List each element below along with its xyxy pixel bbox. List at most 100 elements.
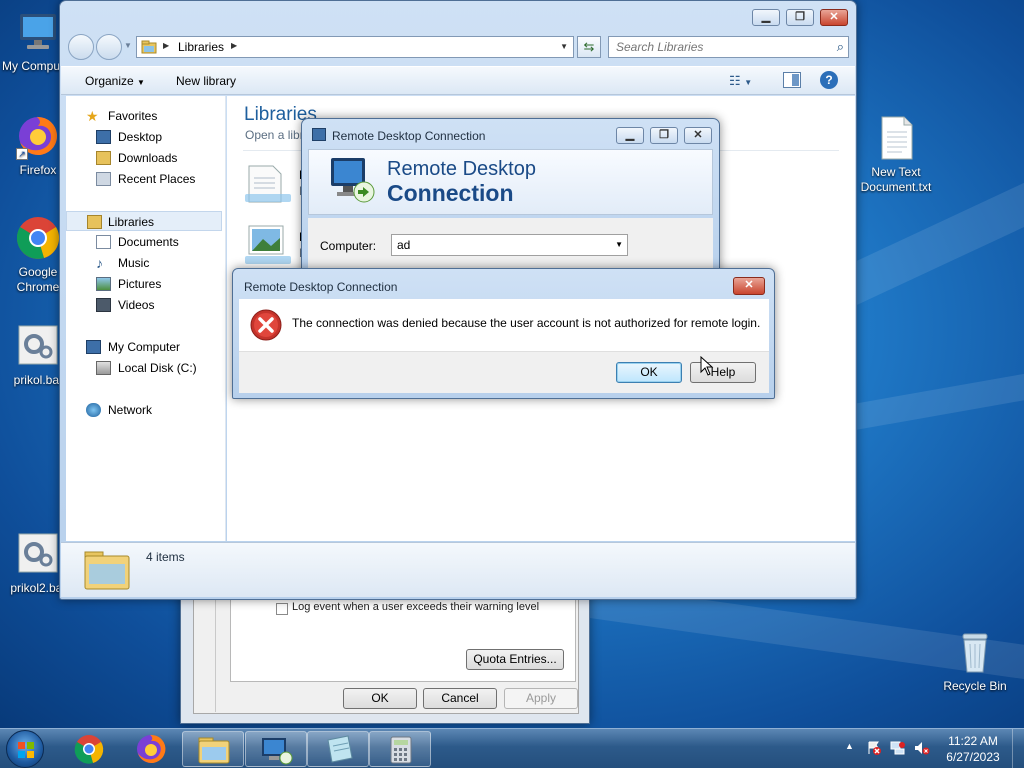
taskbar-firefox[interactable] [120,731,182,767]
recycle-bin-icon [951,628,999,676]
close-icon: ✕ [693,129,703,141]
taskbar-notepad[interactable] [307,731,369,767]
recent-pages-chevron-icon[interactable]: ▼ [124,41,132,50]
nav-label: Local Disk (C:) [118,361,197,375]
action-center-icon[interactable] [866,740,882,756]
nav-label: Libraries [108,215,155,229]
back-button[interactable] [68,34,94,60]
nav-recent-places[interactable]: Recent Places [66,169,224,189]
quota-cancel-button[interactable]: Cancel [423,688,497,709]
batch-file-icon [14,530,62,578]
taskbar-remote-desktop[interactable] [245,731,307,767]
error-close-button[interactable]: ✕ [733,277,765,295]
notepad-icon [327,735,353,763]
nav-label: Favorites [108,109,158,123]
breadcrumb-libraries[interactable]: Libraries [178,40,224,54]
close-button[interactable]: ✕ [820,9,848,26]
taskbar: ▲ 11:22 AM 6/27/2023 [0,728,1024,769]
rdc-banner-title-line2: Connection [387,180,514,206]
change-view-button[interactable]: ☷ ▼ [729,73,752,89]
search-icon[interactable]: ⌕ [837,39,844,55]
star-icon: ★ [86,108,99,124]
forward-button[interactable] [96,34,122,60]
rdc-banner: Remote Desktop Connection [308,149,713,215]
rdc-close-button[interactable]: ✕ [684,127,712,144]
rdc-window-title: Remote Desktop Connection [332,129,486,143]
remote-desktop-icon [327,154,379,206]
taskbar-chrome[interactable] [58,731,120,767]
desktop-icon-new-text-document[interactable]: New Text Document.txt [854,114,938,195]
videos-icon [96,298,111,312]
organize-menu[interactable]: Organize ▼ [85,74,145,88]
quota-apply-button[interactable]: Apply [504,688,578,709]
libraries-icon [141,40,157,54]
nav-favorites[interactable]: ★ Favorites [66,106,224,126]
nav-local-disk[interactable]: Local Disk (C:) [66,358,224,378]
show-desktop-button[interactable] [1012,729,1024,769]
recent-places-icon [96,172,111,186]
system-clock[interactable]: 11:22 AM 6/27/2023 [940,733,1006,765]
nav-label: My Computer [108,340,181,354]
pictures-library-icon [245,225,291,264]
show-hidden-icons-icon[interactable]: ▲ [845,741,854,751]
search-box[interactable]: ⌕ [608,36,849,58]
batch-file-icon [14,322,62,370]
rdc-maximize-button[interactable]: ❐ [650,127,678,144]
rdc-window: Remote Desktop Connection ▁ ❐ ✕ Remote D… [301,118,720,280]
network-status-icon[interactable] [890,740,906,756]
volume-muted-icon[interactable] [914,740,930,756]
windows-logo-icon [18,742,34,758]
error-button-bar: OK Help [239,351,769,393]
nav-music[interactable]: ♪ Music [66,253,224,273]
rdc-computer-label: Computer: [320,239,377,253]
library-item-pictures[interactable]: P L [243,220,307,268]
library-item-documents[interactable]: D L [243,158,308,206]
quota-ok-button[interactable]: OK [343,688,417,709]
rdc-minimize-button[interactable]: ▁ [616,127,644,144]
taskbar-explorer[interactable] [182,731,244,767]
preview-pane-button[interactable] [783,72,801,88]
desktop-icon-label: Recycle Bin [943,679,1007,693]
chevron-down-icon[interactable]: ▼ [615,240,623,249]
taskbar-calculator[interactable] [369,731,431,767]
nav-label: Downloads [118,151,178,165]
refresh-button[interactable]: ⇆ [577,36,601,58]
details-pane: 4 items [61,542,855,597]
error-ok-button[interactable]: OK [616,362,682,383]
nav-desktop[interactable]: Desktop [66,127,224,147]
computer-icon [86,340,101,354]
address-dropdown-icon[interactable]: ▼ [560,42,568,51]
shortcut-arrow-icon: ↗ [16,148,28,160]
start-button[interactable] [6,730,44,768]
nav-label: Pictures [118,277,162,291]
nav-libraries[interactable]: Libraries [66,211,222,231]
maximize-button[interactable]: ❐ [786,9,814,26]
rdc-computer-value: ad [397,238,411,252]
status-item-count: 4 items [146,550,185,564]
new-library-button[interactable]: New library [176,74,236,88]
search-input[interactable] [609,37,821,57]
minimize-button[interactable]: ▁ [752,9,780,26]
rdc-computer-combobox[interactable]: ad ▼ [391,234,628,256]
nav-videos[interactable]: Videos [66,295,224,315]
nav-downloads[interactable]: Downloads [66,148,224,168]
firefox-icon [137,734,166,763]
nav-network[interactable]: Network [66,400,224,420]
error-icon [250,309,282,341]
log-event-checkbox[interactable] [276,603,288,615]
quota-entries-button[interactable]: Quota Entries... [466,649,564,670]
desktop-icon-label: New Text Document.txt [860,165,932,194]
organize-label: Organize [85,74,134,88]
desktop-icon [96,130,111,144]
breadcrumb-arrow-icon[interactable]: ▶ [163,41,169,50]
text-file-icon [872,114,920,162]
desktop-icon-recycle-bin[interactable]: Recycle Bin [933,628,1017,694]
address-bar[interactable]: ▶ Libraries ▶ ▼ [136,36,574,58]
nav-pictures[interactable]: Pictures [66,274,224,294]
nav-documents[interactable]: Documents [66,232,224,252]
breadcrumb-arrow-icon[interactable]: ▶ [231,41,237,50]
nav-label: Network [108,403,153,417]
help-icon[interactable]: ? [820,71,838,89]
chrome-icon [74,735,104,764]
nav-my-computer[interactable]: My Computer [66,337,224,357]
